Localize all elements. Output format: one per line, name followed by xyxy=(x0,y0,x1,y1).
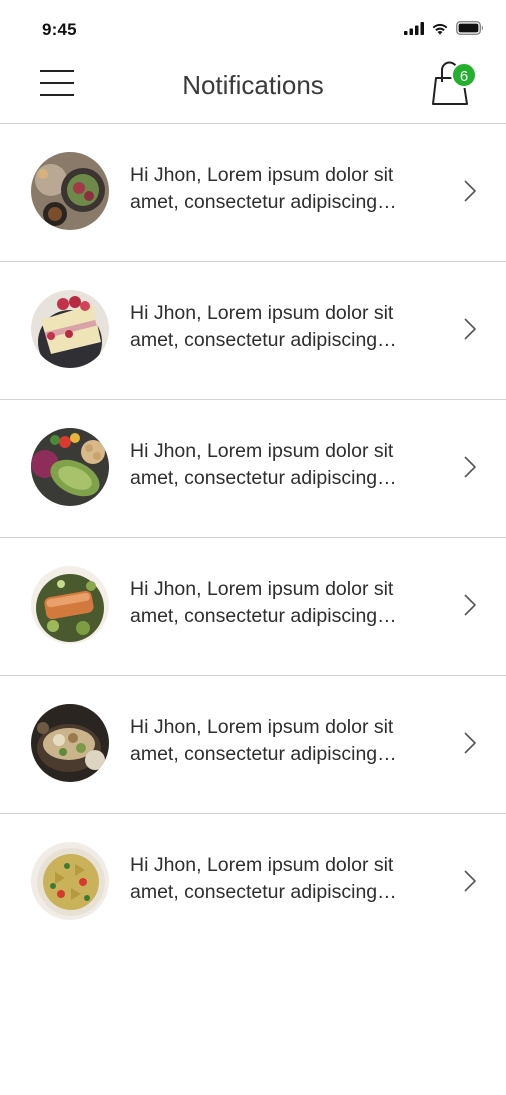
notification-item[interactable]: Hi Jhon, Lorem ipsum dolor sit amet, con… xyxy=(0,676,506,814)
notification-text: Hi Jhon, Lorem ipsum dolor sit amet, con… xyxy=(130,300,450,354)
status-time: 9:45 xyxy=(42,20,77,39)
chevron-right-icon xyxy=(464,318,477,340)
notification-text: Hi Jhon, Lorem ipsum dolor sit amet, con… xyxy=(130,162,450,216)
chevron-right-icon xyxy=(464,594,477,616)
notification-thumbnail xyxy=(31,428,109,506)
notification-line-1: Hi Jhon, Lorem ipsum dolor sit xyxy=(130,716,394,738)
notification-line-1: Hi Jhon, Lorem ipsum dolor sit xyxy=(130,578,394,600)
status-icons xyxy=(404,21,484,35)
notification-text: Hi Jhon, Lorem ipsum dolor sit amet, con… xyxy=(130,576,450,630)
status-bar: 9:45 xyxy=(0,0,506,56)
notification-line-2: amet, consectetur adipiscing… xyxy=(130,467,397,489)
notification-thumbnail xyxy=(31,704,109,782)
notification-line-1: Hi Jhon, Lorem ipsum dolor sit xyxy=(130,302,394,324)
chevron-right-icon xyxy=(464,456,477,478)
chevron-right-icon xyxy=(464,180,477,202)
chevron-right-icon xyxy=(464,870,477,892)
chevron-right-icon xyxy=(464,732,477,754)
notification-item[interactable]: Hi Jhon, Lorem ipsum dolor sit amet, con… xyxy=(0,262,506,400)
notification-line-2: amet, consectetur adipiscing… xyxy=(130,605,397,627)
notification-line-1: Hi Jhon, Lorem ipsum dolor sit xyxy=(130,164,394,186)
notification-item[interactable]: Hi Jhon, Lorem ipsum dolor sit amet, con… xyxy=(0,814,506,952)
notification-line-2: amet, consectetur adipiscing… xyxy=(130,743,397,765)
notification-item[interactable]: Hi Jhon, Lorem ipsum dolor sit amet, con… xyxy=(0,124,506,262)
app-header: Notifications 6 xyxy=(0,56,506,124)
notification-item[interactable]: Hi Jhon, Lorem ipsum dolor sit amet, con… xyxy=(0,538,506,676)
cart-button[interactable]: 6 xyxy=(430,60,480,108)
cellular-signal-icon xyxy=(404,21,424,35)
notification-line-2: amet, consectetur adipiscing… xyxy=(130,329,397,351)
notification-thumbnail xyxy=(31,566,109,644)
notification-item[interactable]: Hi Jhon, Lorem ipsum dolor sit amet, con… xyxy=(0,400,506,538)
notification-text: Hi Jhon, Lorem ipsum dolor sit amet, con… xyxy=(130,852,450,906)
notification-line-2: amet, consectetur adipiscing… xyxy=(130,881,397,903)
notification-text: Hi Jhon, Lorem ipsum dolor sit amet, con… xyxy=(130,438,450,492)
battery-icon xyxy=(456,21,483,35)
notification-thumbnail xyxy=(31,290,109,368)
notification-line-1: Hi Jhon, Lorem ipsum dolor sit xyxy=(130,440,394,462)
notifications-list: Hi Jhon, Lorem ipsum dolor sit amet, con… xyxy=(0,124,506,952)
notification-line-2: amet, consectetur adipiscing… xyxy=(130,191,397,213)
notification-thumbnail xyxy=(31,152,109,230)
cart-count-badge: 6 xyxy=(451,62,477,88)
notification-line-1: Hi Jhon, Lorem ipsum dolor sit xyxy=(130,854,394,876)
notification-text: Hi Jhon, Lorem ipsum dolor sit amet, con… xyxy=(130,714,450,768)
wifi-icon xyxy=(432,23,448,35)
notification-thumbnail xyxy=(31,842,109,920)
